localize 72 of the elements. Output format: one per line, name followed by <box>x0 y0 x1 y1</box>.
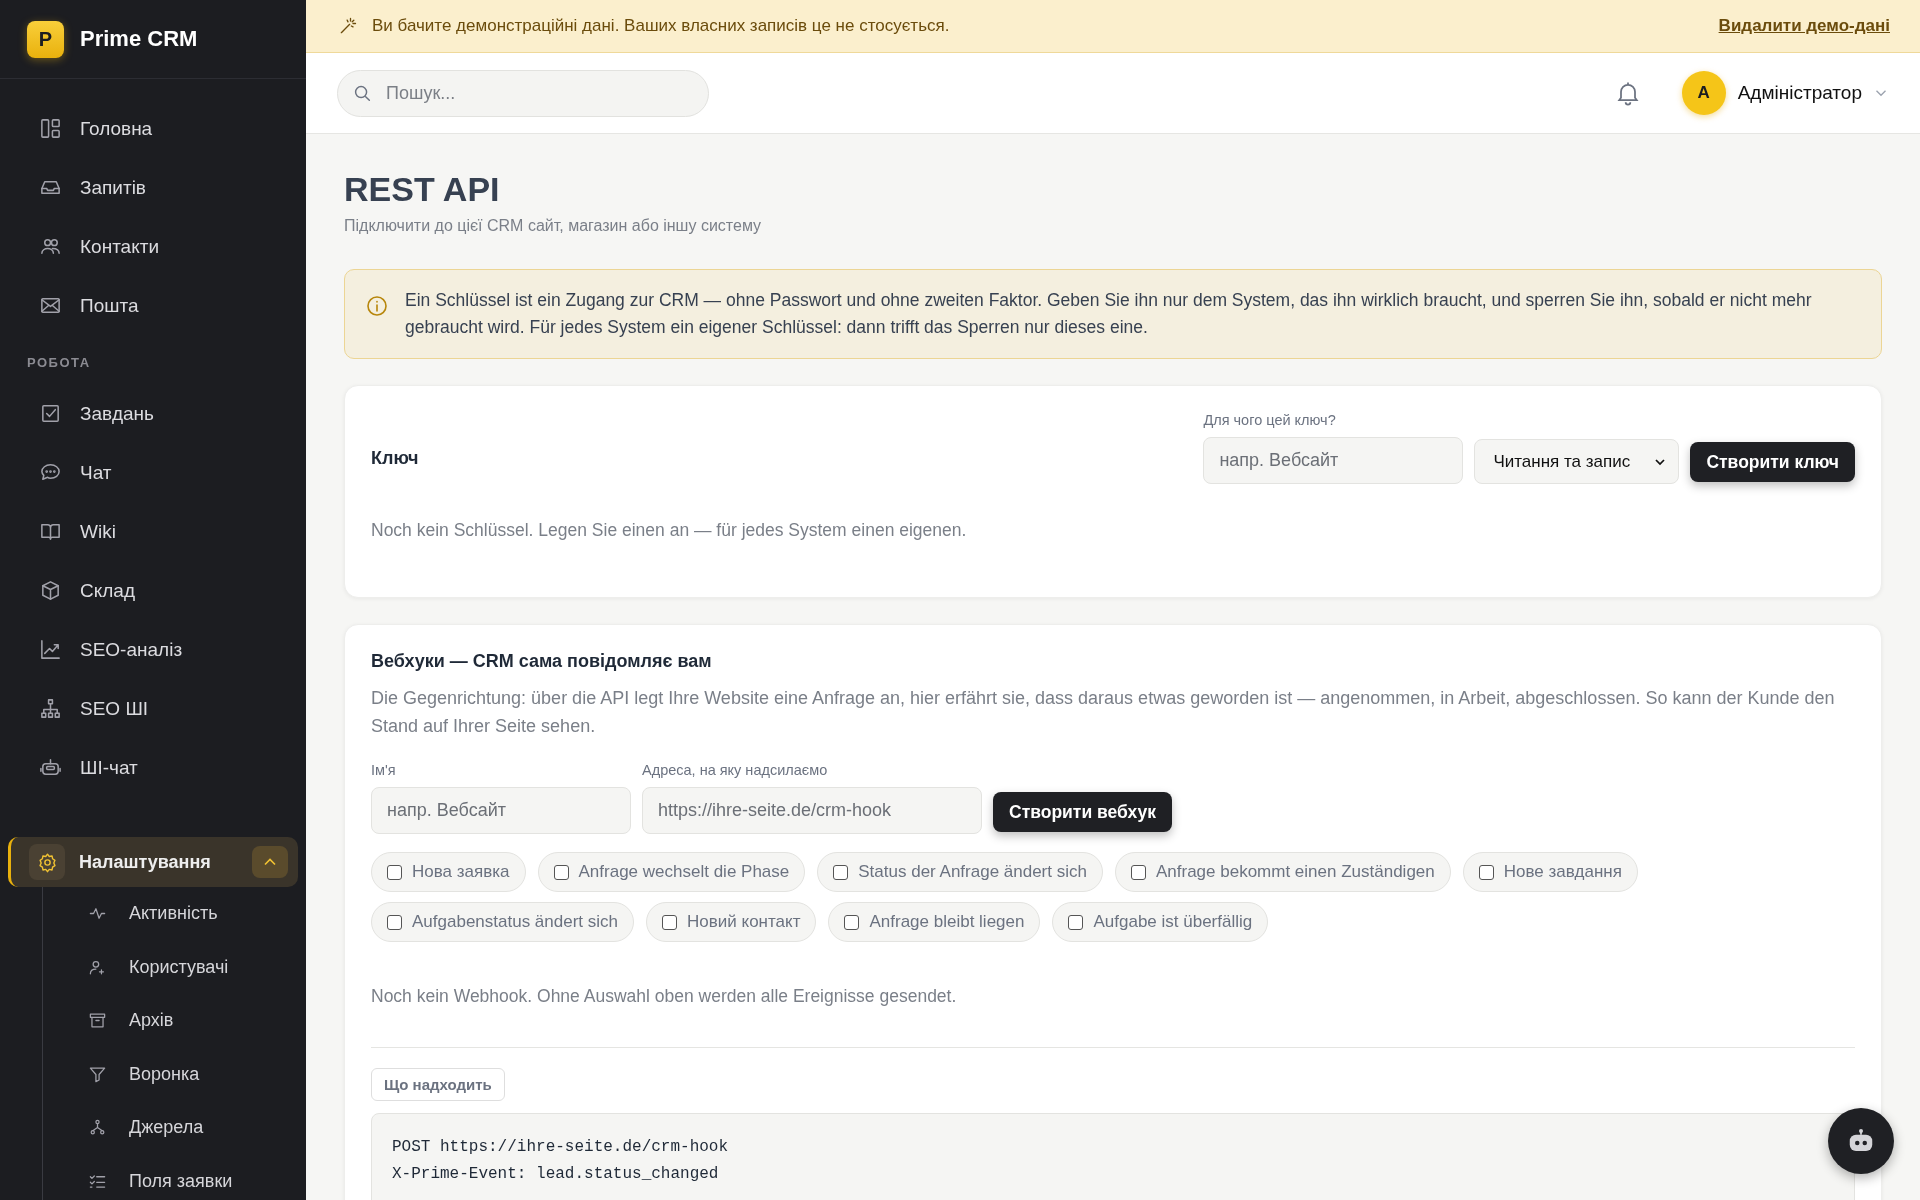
event-checkbox[interactable]: Aufgabenstatus ändert sich <box>371 902 635 942</box>
section-label: РОБОТА <box>26 354 92 372</box>
user-name[interactable]: Адміністратор <box>1737 82 1862 104</box>
event-checkbox[interactable]: Anfrage wechselt die Phase <box>537 852 806 892</box>
sidebar-item[interactable]: Склад <box>8 561 298 620</box>
code-line: POST https://ihre-seite.de/crm-hook <box>392 1137 730 1158</box>
card-title: Ключ <box>371 447 419 469</box>
event-checkbox[interactable]: Нове завдання <box>1462 852 1638 892</box>
card-description: Die Gegenrichtung: über die API legt Ihre Website eine Anfrage an, hier erfährt sie, dass daraus etwas geworden ist — angenommen, in Arbeit, abgeschlossen. So kann der Kunde den Stand auf Ihrer Seite sehen. <box>371 687 1836 738</box>
submenu-item[interactable]: Джерела <box>43 1101 298 1155</box>
payload-label: Що надходить <box>371 1068 505 1101</box>
sidebar-item[interactable]: ШІ-чат <box>8 738 298 797</box>
sidebar-item[interactable]: Чат <box>8 443 298 502</box>
hierarchy-icon <box>39 697 62 720</box>
search-field[interactable]: Пошук... <box>337 69 709 117</box>
event-checkbox[interactable]: Новий контакт <box>646 902 817 942</box>
sidebar-item[interactable]: SEO ШІ <box>8 679 298 738</box>
page-title: REST API <box>344 170 501 209</box>
field-label: Ім'я <box>371 762 397 778</box>
event-checkbox[interactable]: Aufgabe ist überfällig <box>1052 902 1269 942</box>
checkbox[interactable] <box>387 914 402 930</box>
checkbox[interactable] <box>1068 914 1084 930</box>
event-checkbox[interactable]: Нова заявка <box>371 852 526 892</box>
checkbox[interactable] <box>1478 864 1494 880</box>
checkbox[interactable] <box>844 914 860 930</box>
create-webhook-button[interactable]: Створити вебхук <box>993 792 1172 832</box>
event-checkbox[interactable]: Anfrage bekommt einen Zuständigen <box>1114 852 1451 892</box>
chart-icon <box>39 638 62 661</box>
magic-wand-icon <box>338 16 358 36</box>
event-checkbox[interactable]: Anfrage bleibt liegen <box>828 902 1041 942</box>
settings-item[interactable]: Налаштування <box>8 837 298 887</box>
submenu-item[interactable]: Воронка <box>43 1047 298 1101</box>
webhook-url-field[interactable]: https://ihre-seite.de/crm-hook <box>642 787 982 834</box>
brand-name: Prime CRM <box>80 26 198 52</box>
event-checkbox[interactable]: Status der Anfrage ändert sich <box>817 852 1103 892</box>
field-label: Для чого цей ключ? <box>1203 412 1337 428</box>
empty-state-text: Noch kein Schlüssel. Legen Sie einen an — für jedes System einen eigenen. <box>371 520 968 541</box>
sidebar-item[interactable]: SEO-аналіз <box>8 620 298 679</box>
gear-icon <box>36 851 58 873</box>
delete-demo-link[interactable]: Видалити демо-дані <box>1718 16 1890 36</box>
submenu-item[interactable]: Архів <box>43 994 298 1048</box>
code-line: X-Prime-Event: lead.status_changed <box>392 1164 720 1185</box>
page-subtitle: Підключити до цієї CRM сайт, магазин або іншу систему <box>344 217 763 235</box>
access-dropdown[interactable]: Читання та запис <box>1474 439 1680 484</box>
card-title: Вебхуки — CRM сама повідомляє вам <box>371 651 713 672</box>
sidebar-item[interactable]: Пошта <box>8 276 298 335</box>
submenu-item[interactable]: Активність <box>43 887 298 941</box>
box-icon <box>39 579 62 602</box>
key-name-field[interactable]: напр. Вебсайт <box>1203 437 1464 484</box>
user-avatar[interactable]: A <box>1681 71 1726 115</box>
info-icon <box>365 294 389 318</box>
checkbox-icon <box>39 402 62 425</box>
submenu-item[interactable]: Поля заявки <box>43 1154 298 1200</box>
checkbox[interactable] <box>833 864 849 880</box>
notice-text: Ein Schlüssel ist ein Zugang zur CRM — ohne Passwort und ohne zweiten Faktor. Geben Sie ihn nur dem System, das ihn wirklich braucht, und sperren Sie ihn, sobald er nicht mehr gebraucht wird. Für jedes System ein eigener Schlüssel: dann trifft das Sperren nur dieses eine. <box>405 289 1813 339</box>
checkbox[interactable] <box>387 864 402 880</box>
webhook-name-field[interactable]: напр. Вебсайт <box>371 787 631 834</box>
submenu-item[interactable]: Користувачі <box>43 940 298 994</box>
sidebar-item[interactable]: Контакти <box>8 217 298 276</box>
sidebar-item[interactable]: Wiki <box>8 502 298 561</box>
field-label: Адреса, на яку надсилаємо <box>642 762 829 778</box>
sidebar-item[interactable]: Запитів <box>8 158 298 217</box>
checkbox[interactable] <box>662 914 678 930</box>
create-key-button[interactable]: Створити ключ <box>1690 442 1855 482</box>
checkbox[interactable] <box>1130 864 1146 880</box>
empty-state-text: Noch kein Webhook. Ohne Auswahl oben werden alle Ereignisse gesendet. <box>371 986 958 1007</box>
banner-text: Ви бачите демонстраційні дані. Ваших власних записів це не стосується. <box>372 16 950 36</box>
checkbox[interactable] <box>553 864 569 880</box>
dashboard-icon <box>39 117 62 140</box>
sidebar-item[interactable]: Завдань <box>8 384 298 443</box>
sidebar-item[interactable]: Головна <box>8 99 298 158</box>
logo-icon: P <box>27 20 64 58</box>
